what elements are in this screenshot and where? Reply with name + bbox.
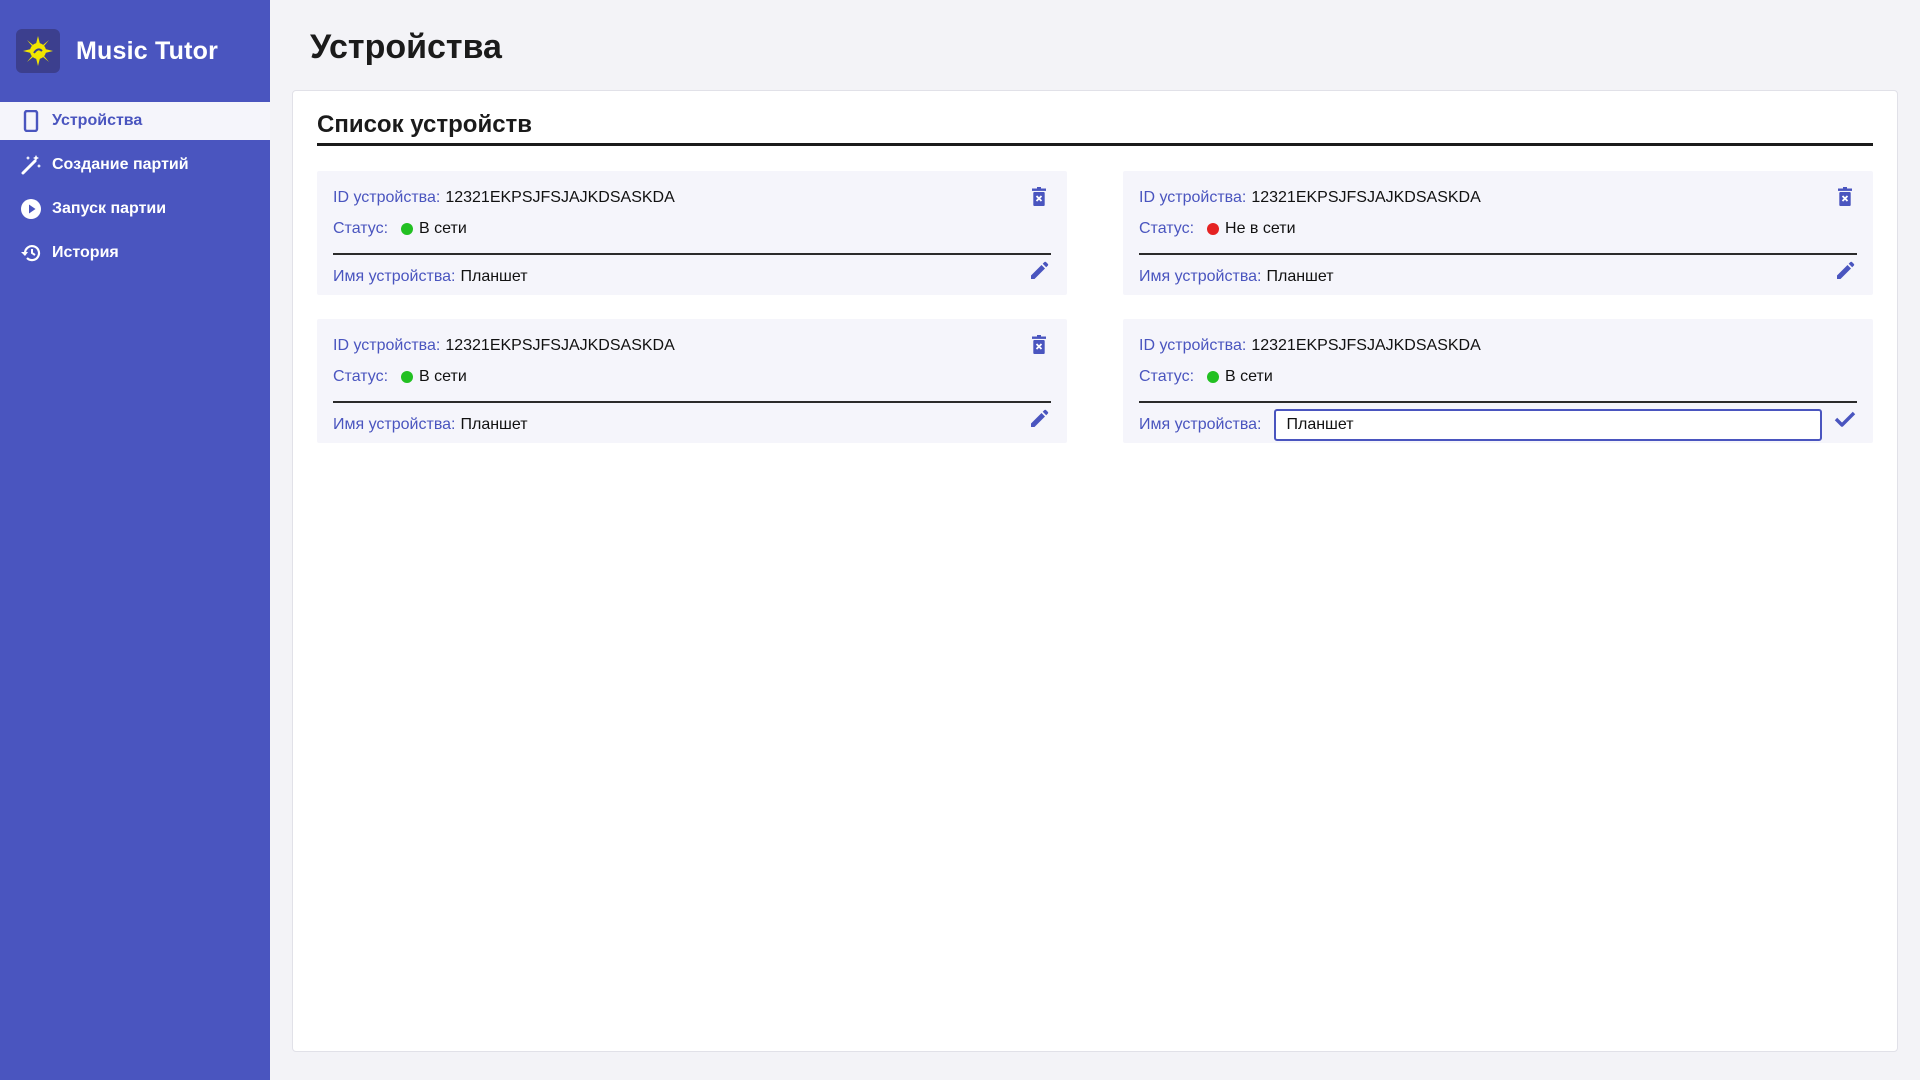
status-label: Статус:	[333, 220, 389, 237]
brand: Music Tutor	[0, 0, 270, 102]
status-label: Статус:	[1139, 368, 1195, 385]
status-value: Не в сети	[1225, 220, 1296, 237]
device-id-row: ID устройства: 12321EKPSJFSJAJKDSASKDA	[333, 335, 1051, 357]
app-logo-icon	[16, 29, 60, 73]
device-name-label: Имя устройства:	[1139, 268, 1262, 285]
status-row: Статус: В сети	[333, 366, 1051, 388]
device-name-label: Имя устройства:	[333, 268, 456, 285]
pencil-icon	[1837, 261, 1855, 279]
sidebar-item-label: Запуск партии	[52, 200, 167, 217]
device-id-label: ID устройства:	[1139, 337, 1247, 354]
device-id-row: ID устройства: 12321EKPSJFSJAJKDSASKDA	[1139, 335, 1857, 357]
device-name-row: Имя устройства: Планшет	[333, 255, 1051, 299]
status-row: Статус: В сети	[1139, 366, 1857, 388]
devices-panel: Список устройств ID устройства: 12321EKP…	[292, 90, 1898, 1052]
trash-icon	[1838, 187, 1852, 206]
device-name-input[interactable]	[1274, 409, 1823, 441]
status-value: В сети	[419, 220, 467, 237]
status-value: В сети	[1225, 368, 1273, 385]
sidebar-item-label: Устройства	[52, 112, 143, 129]
history-icon	[20, 242, 42, 264]
device-name-label: Имя устройства:	[333, 416, 456, 433]
sidebar-item-start-part[interactable]: Запуск партии	[0, 190, 270, 228]
device-name-value: Планшет	[1266, 268, 1334, 285]
device-name-label: Имя устройства:	[1139, 416, 1262, 433]
device-name-value: Планшет	[460, 268, 528, 285]
sidebar-item-label: История	[52, 244, 119, 261]
device-id-value: 12321EKPSJFSJAJKDSASKDA	[445, 337, 675, 354]
device-id-label: ID устройства:	[333, 189, 441, 206]
status-value: В сети	[419, 368, 467, 385]
checkmark-icon	[1834, 411, 1856, 427]
sidebar-item-history[interactable]: История	[0, 234, 270, 272]
pencil-icon	[1031, 261, 1049, 279]
status-dot-icon	[401, 371, 414, 383]
panel-title: Список устройств	[317, 111, 1873, 146]
device-card: ID устройства: 12321EKPSJFSJAJKDSASKDA С…	[317, 319, 1067, 443]
status-row: Статус: Не в сети	[1139, 218, 1857, 240]
main-content: Устройства Список устройств ID устройств…	[270, 0, 1920, 1080]
device-id-value: 12321EKPSJFSJAJKDSASKDA	[445, 189, 675, 206]
play-circle-icon	[20, 198, 42, 220]
status-dot-icon	[1207, 223, 1220, 235]
delete-device-button[interactable]	[1833, 185, 1857, 209]
device-id-label: ID устройства:	[1139, 189, 1247, 206]
edit-name-button[interactable]	[1833, 259, 1857, 283]
edit-name-button[interactable]	[1027, 259, 1051, 283]
device-card: ID устройства: 12321EKPSJFSJAJKDSASKDA С…	[1123, 319, 1873, 443]
confirm-name-button[interactable]	[1833, 407, 1857, 431]
status-label: Статус:	[333, 368, 389, 385]
status-row: Статус: В сети	[333, 218, 1051, 240]
sidebar: Music Tutor Устройства Создание партий З…	[0, 0, 270, 1080]
device-name-row: Имя устройства:	[1139, 403, 1857, 447]
device-id-value: 12321EKPSJFSJAJKDSASKDA	[1251, 337, 1481, 354]
device-grid: ID устройства: 12321EKPSJFSJAJKDSASKDA С…	[317, 171, 1873, 443]
page-title: Устройства	[310, 28, 502, 66]
device-id-row: ID устройства: 12321EKPSJFSJAJKDSASKDA	[1139, 187, 1857, 209]
pencil-icon	[1031, 409, 1049, 427]
device-name-row: Имя устройства: Планшет	[1139, 255, 1857, 299]
app-title: Music Tutor	[76, 36, 219, 65]
device-id-row: ID устройства: 12321EKPSJFSJAJKDSASKDA	[333, 187, 1051, 209]
device-id-label: ID устройства:	[333, 337, 441, 354]
sidebar-item-create-parts[interactable]: Создание партий	[0, 146, 270, 184]
device-name-value: Планшет	[460, 416, 528, 433]
status-dot-icon	[401, 223, 414, 235]
delete-device-button[interactable]	[1027, 185, 1051, 209]
tablet-icon	[20, 110, 42, 132]
sidebar-nav: Устройства Создание партий Запуск партии…	[0, 102, 270, 272]
device-card: ID устройства: 12321EKPSJFSJAJKDSASKDA С…	[1123, 171, 1873, 295]
trash-icon	[1032, 187, 1046, 206]
sidebar-item-devices[interactable]: Устройства	[0, 102, 270, 140]
device-id-value: 12321EKPSJFSJAJKDSASKDA	[1251, 189, 1481, 206]
sidebar-item-label: Создание партий	[52, 156, 189, 173]
device-name-row: Имя устройства: Планшет	[333, 403, 1051, 447]
delete-device-button[interactable]	[1027, 333, 1051, 357]
status-label: Статус:	[1139, 220, 1195, 237]
status-dot-icon	[1207, 371, 1220, 383]
device-card: ID устройства: 12321EKPSJFSJAJKDSASKDA С…	[317, 171, 1067, 295]
edit-name-button[interactable]	[1027, 407, 1051, 431]
trash-icon	[1032, 335, 1046, 354]
magic-wand-icon	[20, 154, 42, 176]
